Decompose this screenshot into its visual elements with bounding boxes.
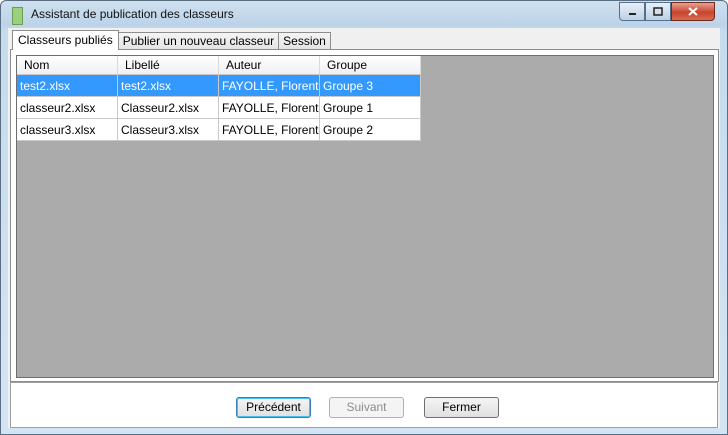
header-row: Nom Libellé Auteur Groupe [17,56,421,75]
client-area: Classeurs publiés Publier un nouveau cla… [8,28,720,428]
cell-nom[interactable]: classeur3.xlsx [17,118,118,141]
cell-nom[interactable]: test2.xlsx [17,74,118,97]
cell-libelle[interactable]: Classeur3.xlsx [117,118,219,141]
cell-libelle[interactable]: Classeur2.xlsx [117,96,219,119]
cell-nom[interactable]: classeur2.xlsx [17,96,118,119]
column-header-auteur[interactable]: Auteur [218,56,320,75]
table-row[interactable]: classeur3.xlsx Classeur3.xlsx FAYOLLE, F… [17,118,421,141]
tab-publier-nouveau-classeur[interactable]: Publier un nouveau classeur [117,32,280,50]
previous-button[interactable]: Précédent [236,397,311,418]
column-header-groupe[interactable]: Groupe [319,56,421,75]
cell-groupe[interactable]: Groupe 1 [319,96,421,119]
minimize-button[interactable] [619,2,645,21]
cell-groupe[interactable]: Groupe 2 [319,118,421,141]
table-row[interactable]: classeur2.xlsx Classeur2.xlsx FAYOLLE, F… [17,96,421,119]
workbooks-table: Nom Libellé Auteur Groupe test2.xlsx tes… [17,56,421,141]
close-icon [688,7,698,16]
minimize-icon [628,13,636,15]
column-header-libelle[interactable]: Libellé [117,56,219,75]
button-bar: Précédent Suivant Fermer [10,382,718,428]
cell-libelle[interactable]: test2.xlsx [117,74,219,97]
cell-auteur[interactable]: FAYOLLE, Florent [218,96,320,119]
table-row[interactable]: test2.xlsx test2.xlsx FAYOLLE, Florent G… [17,74,421,97]
maximize-button[interactable] [645,2,671,21]
tab-strip: Classeurs publiés Publier un nouveau cla… [12,30,331,50]
column-header-nom[interactable]: Nom [17,56,118,75]
app-window: Assistant de publication des classeurs C… [0,0,728,435]
workbooks-grid[interactable]: Nom Libellé Auteur Groupe test2.xlsx tes… [16,55,714,378]
cell-auteur[interactable]: FAYOLLE, Florent [218,118,320,141]
caption-buttons [619,2,715,21]
title-bar[interactable]: Assistant de publication des classeurs [1,1,727,27]
cell-auteur[interactable]: FAYOLLE, Florent [218,74,320,97]
app-icon [12,7,23,25]
cell-groupe[interactable]: Groupe 3 [319,74,421,97]
maximize-icon [653,7,663,16]
close-window-button[interactable] [671,2,715,21]
window-title: Assistant de publication des classeurs [31,7,234,21]
next-button: Suivant [329,397,404,418]
tab-classeurs-publies[interactable]: Classeurs publiés [12,30,119,50]
tab-session[interactable]: Session [278,32,331,50]
close-button[interactable]: Fermer [424,397,499,418]
tab-panel: Nom Libellé Auteur Groupe test2.xlsx tes… [10,49,719,382]
